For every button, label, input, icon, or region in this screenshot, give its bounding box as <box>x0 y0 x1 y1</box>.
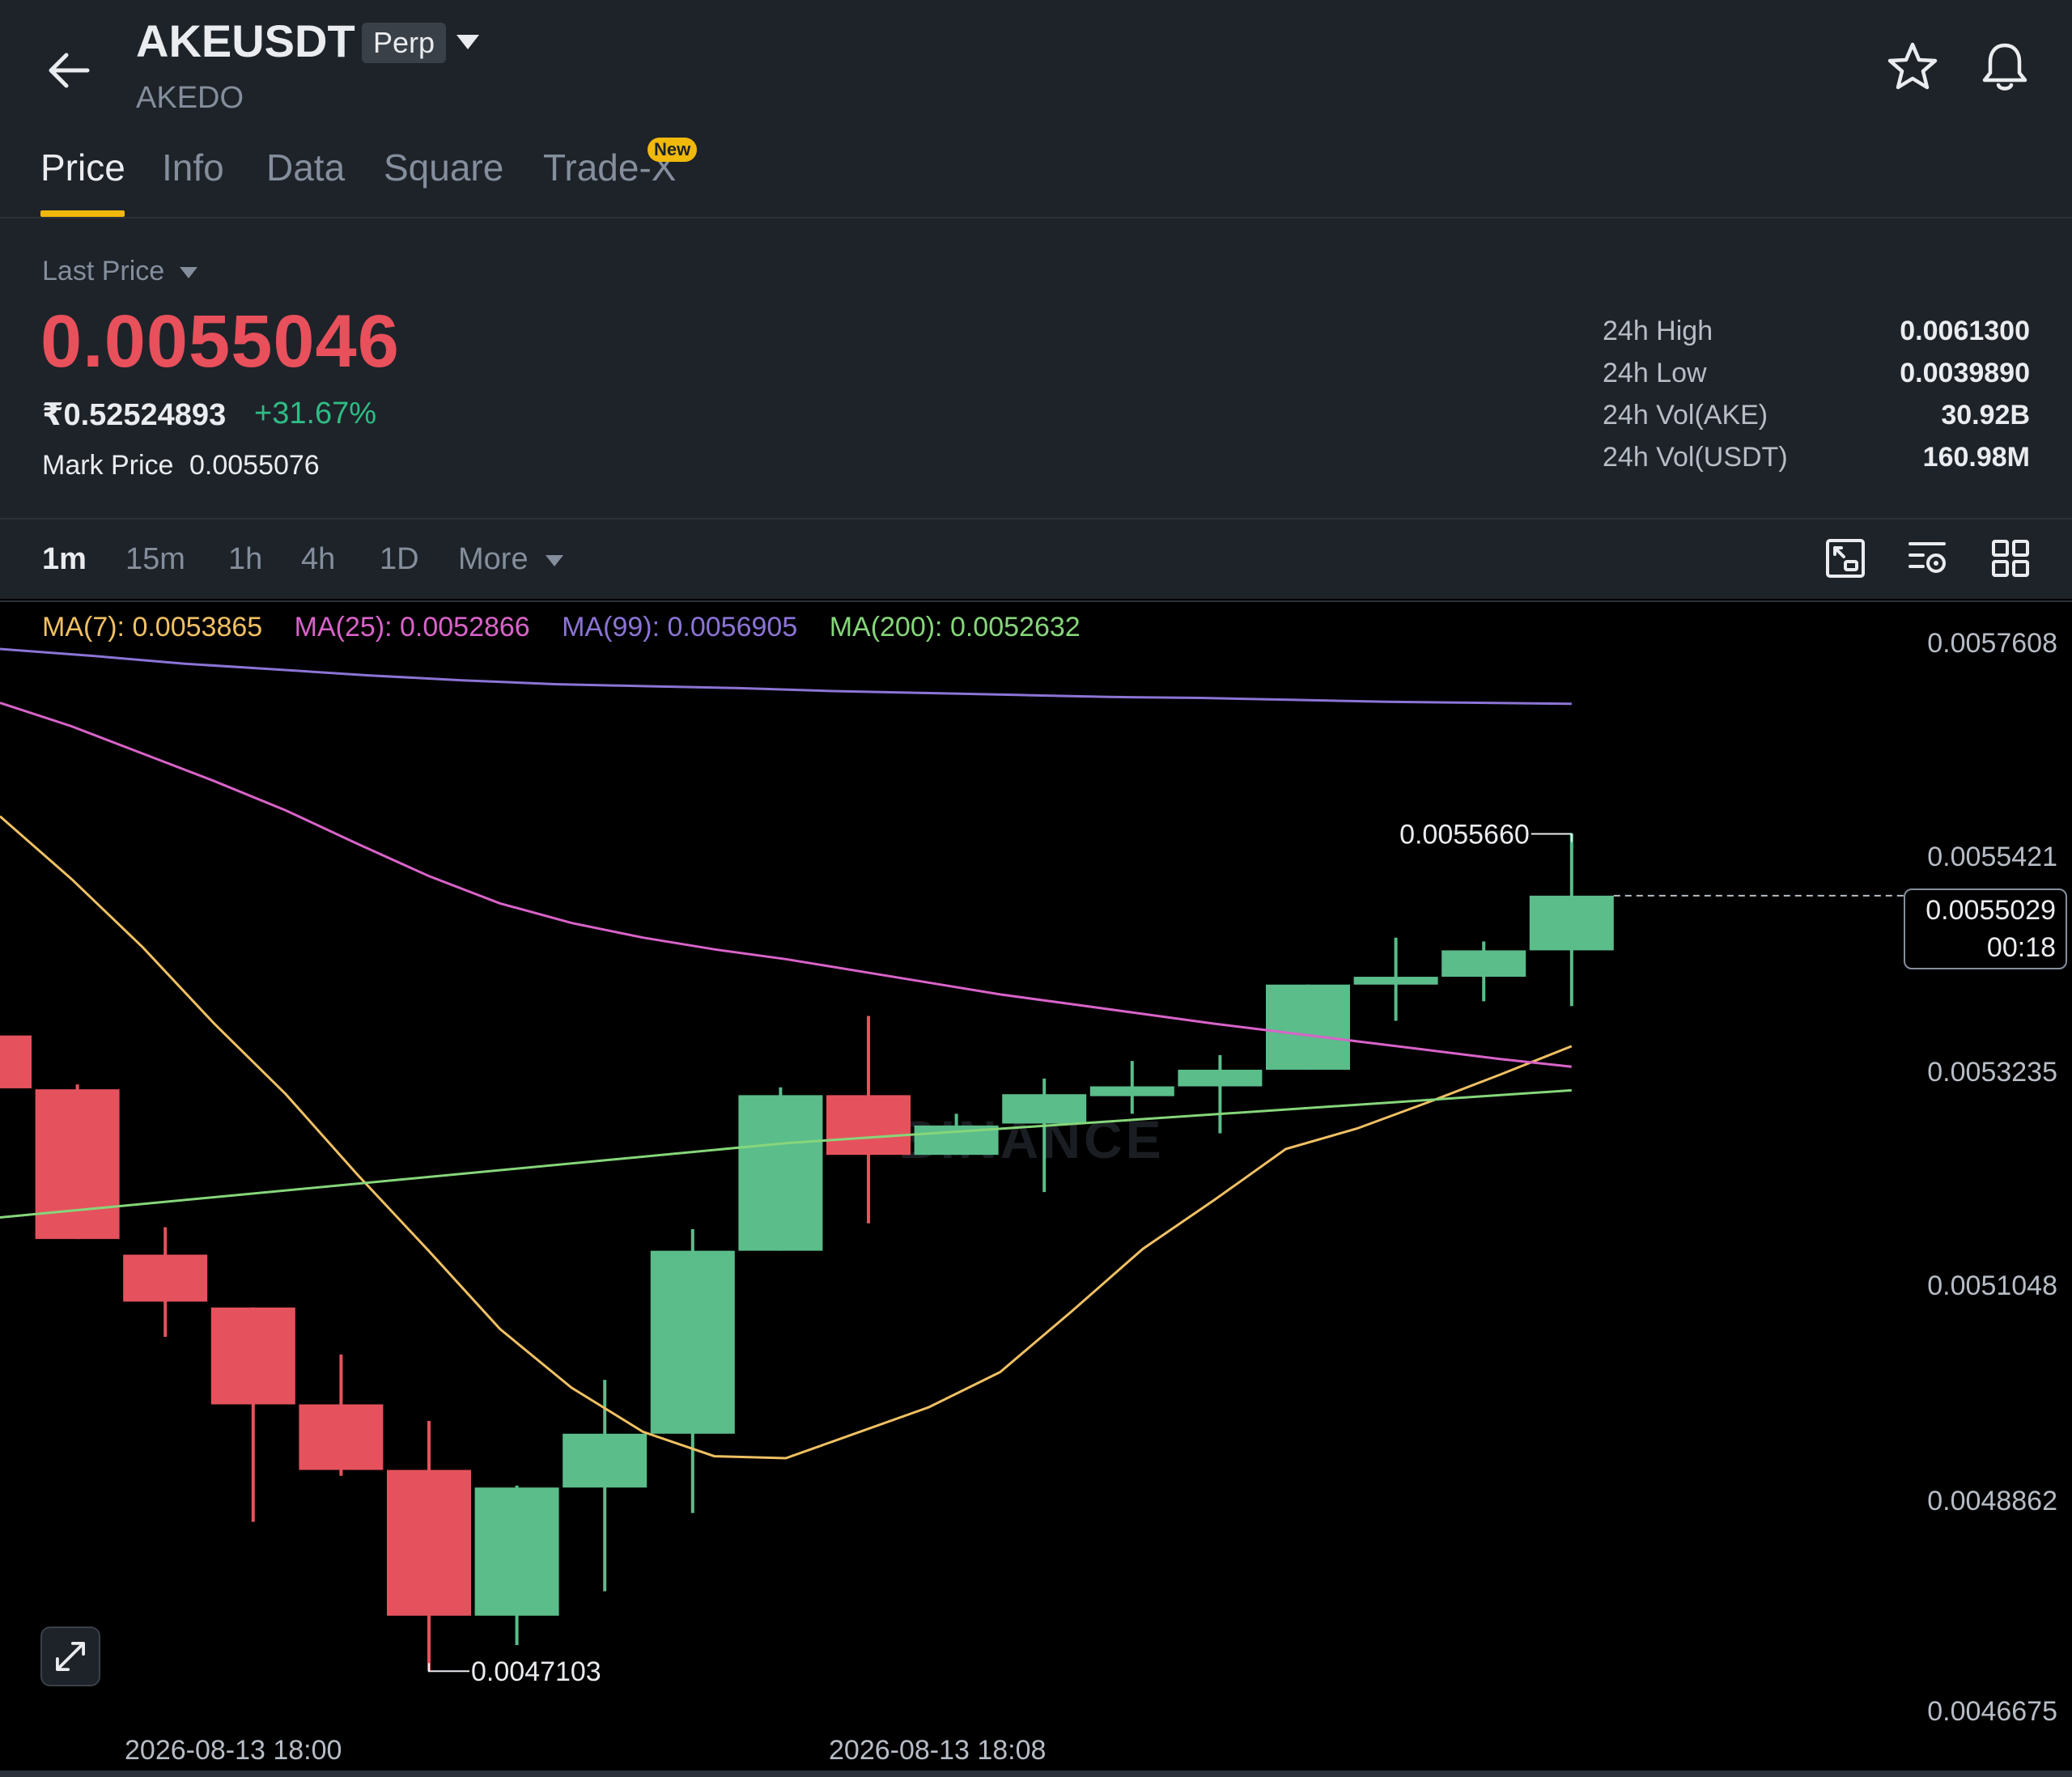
price-axis-label: 0.0055421 <box>1927 842 2057 872</box>
candle-countdown: 00:18 <box>1986 932 2056 963</box>
back-arrow-icon[interactable] <box>40 42 97 99</box>
bottom-edge <box>0 1771 2072 1777</box>
stat-value-24h-vol-ake: 30.92B <box>1941 400 2030 430</box>
symbol-title[interactable]: AKEUSDT <box>136 15 355 67</box>
new-badge: New <box>648 138 698 162</box>
stat-label-24h-vol-ake: 24h Vol(AKE) <box>1603 400 1768 430</box>
divider <box>0 518 2072 520</box>
stat-label-24h-vol-usdt: 24h Vol(USDT) <box>1603 442 1788 473</box>
fullscreen-button[interactable] <box>40 1626 100 1686</box>
expand-icon <box>56 1642 85 1671</box>
time-axis-label: 2026-08-13 18:00 <box>125 1735 342 1766</box>
fiat-price: ₹0.52524893 <box>42 398 227 432</box>
active-tab-indicator <box>40 210 125 217</box>
price-change-percent: +31.67% <box>254 397 377 430</box>
time-axis-label: 2026-08-13 18:08 <box>829 1735 1047 1766</box>
candle-body <box>1002 1094 1087 1124</box>
candle-body <box>35 1089 120 1240</box>
tab-info[interactable]: Info <box>162 146 224 189</box>
mark-price-value: 0.0055076 <box>189 450 320 481</box>
stat-label-24h-low: 24h Low <box>1603 358 1707 388</box>
candle-body <box>1178 1069 1263 1087</box>
candle-body <box>826 1095 911 1156</box>
candle-body <box>1266 984 1350 1070</box>
current-price-value: 0.0055029 <box>1926 895 2056 926</box>
interval-1h[interactable]: 1h <box>228 542 262 577</box>
candle-body <box>123 1254 208 1302</box>
current-price-tag: 0.0055029 00:18 <box>1904 888 2067 969</box>
chevron-down-icon[interactable] <box>455 32 481 52</box>
last-price: 0.0055046 <box>40 300 400 383</box>
interval-15m[interactable]: 15m <box>125 542 185 577</box>
stat-value-24h-low: 0.0039890 <box>1900 358 2030 388</box>
asset-name: AKEDO <box>136 81 244 115</box>
stat-value-24h-high: 0.0061300 <box>1900 316 2030 346</box>
last-price-selector[interactable]: Last Price <box>42 256 164 287</box>
star-icon[interactable] <box>1886 40 1939 94</box>
ma-line-ma99 <box>0 647 1572 706</box>
price-axis-label: 0.0051048 <box>1927 1270 2057 1301</box>
candle-body <box>1441 950 1526 978</box>
low-marker-label: 0.0047103 <box>471 1656 601 1687</box>
stat-label-24h-high: 24h High <box>1603 316 1713 346</box>
candle-body <box>650 1250 735 1434</box>
candle-body <box>563 1433 648 1488</box>
ma200-legend: MA(200): 0.0052632 <box>829 612 1081 643</box>
candle-body <box>299 1404 384 1470</box>
interval-1d[interactable]: 1D <box>380 542 419 577</box>
layout-grid-icon[interactable] <box>1989 537 2032 579</box>
interval-4h[interactable]: 4h <box>301 542 335 577</box>
tab-data[interactable]: Data <box>266 146 345 189</box>
contract-type-badge[interactable]: Perp <box>362 23 447 63</box>
high-marker-label: 0.0055660 <box>1399 820 1530 850</box>
tab-square[interactable]: Square <box>384 146 503 189</box>
candle-body <box>1353 977 1438 985</box>
tab-price[interactable]: Price <box>40 146 125 189</box>
chevron-down-icon[interactable] <box>544 553 565 568</box>
chevron-down-icon[interactable] <box>178 265 199 280</box>
candle-body <box>738 1095 823 1251</box>
candle-body <box>1089 1086 1174 1096</box>
divider <box>0 217 2072 218</box>
ma25-legend: MA(25): 0.0052866 <box>294 612 530 643</box>
indicator-settings-icon[interactable] <box>1907 537 1949 579</box>
interval-1m[interactable]: 1m <box>42 542 87 577</box>
high-marker-line <box>1531 833 1573 842</box>
ma-legend: MA(7): 0.0053865 MA(25): 0.0052866 MA(99… <box>42 612 1105 643</box>
stat-value-24h-vol-usdt: 160.98M <box>1922 442 2030 473</box>
candle-body <box>0 1035 32 1088</box>
low-marker-line <box>428 1663 469 1673</box>
ma7-legend: MA(7): 0.0053865 <box>42 612 263 643</box>
candle-body <box>1529 895 1614 951</box>
mark-price-label: Mark Price <box>42 450 174 481</box>
bell-icon[interactable] <box>1978 40 2032 94</box>
interval-more[interactable]: More <box>458 542 529 577</box>
price-axis-label: 0.0053235 <box>1927 1057 2057 1088</box>
candle-body <box>387 1470 471 1616</box>
candle-body <box>210 1307 295 1405</box>
top-panel: AKEUSDT Perp AKEDO Price Info Data Squar… <box>0 0 2072 599</box>
ma99-legend: MA(99): 0.0056905 <box>562 612 798 643</box>
price-axis-label: 0.0048862 <box>1927 1486 2057 1516</box>
candle-body <box>474 1487 559 1616</box>
candlestick-chart[interactable]: 0.0055660 0.0047103 <box>0 602 2072 1771</box>
chart-mode-icon[interactable] <box>1824 537 1866 579</box>
price-axis-label: 0.0046675 <box>1927 1696 2057 1727</box>
price-axis-label: 0.0057608 <box>1927 628 2057 659</box>
